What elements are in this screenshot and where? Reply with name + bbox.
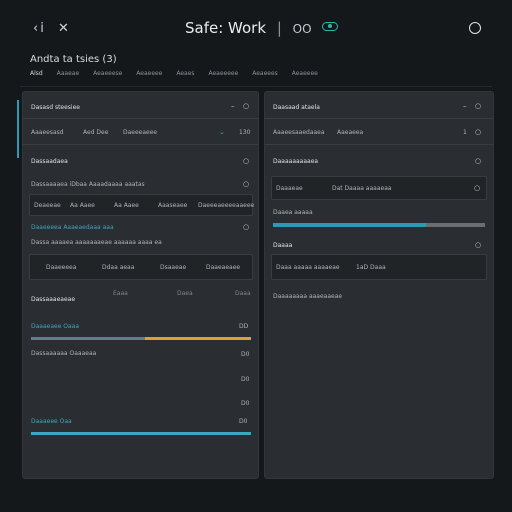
row-value: D0 [241,376,250,383]
table-cell: Dsaaeae [160,264,187,271]
row-value: 1 [463,129,467,136]
table-cell: Daaa aaaaa aaaaeae [276,264,340,271]
selection-accent [17,100,19,158]
progress-track [31,337,251,340]
collapse-icon[interactable]: – [463,102,467,110]
section-title: Daaaa [273,242,293,249]
info-row-box: Daaaeae Dat Daaaa aaaaeaa ○ [271,176,487,200]
toggle-icon[interactable]: ○ [243,180,249,188]
table-cell: Aa Aaee [114,202,139,209]
row-value: D0 [241,400,250,407]
tab-bar: Alsd Aaaeae Aeaeeese Aeaeeee Aeaes Aeaee… [30,70,330,80]
value-label: Daaa [235,290,251,297]
progress-fill [273,223,426,227]
progress-fill-secondary [145,337,251,340]
progress-label: Daaaeee Oaa [31,418,72,425]
toggle-icon[interactable]: ○ [475,128,481,136]
row-divider [23,118,258,119]
tab[interactable]: Aeaes [176,70,194,77]
tab[interactable]: Aeaeees [252,70,278,77]
left-panel: Dasasd steesiee – ○ Aaaeesasd Aed Dee Da… [22,91,259,479]
status-text: OO [292,22,312,36]
table-cell: Aa Aaee [70,202,95,209]
app-title: Safe: Work [185,19,267,37]
table-cell: 1aD Daaa [356,264,386,271]
tab[interactable]: Aeaeeee [292,70,318,77]
row-divider [23,144,258,145]
tab[interactable]: Aaaeae [57,70,80,77]
toggle-icon[interactable]: ○ [243,157,249,165]
table-cell: Daeeeaeeeeaaeee [198,202,255,209]
progress-fill [31,432,251,435]
table-cell: Ddaa aeaa [102,264,135,271]
row-label: Dassa aaaaea aaaaaaaeae aaaaaa aaaa ea [31,239,162,246]
settings-icon[interactable]: ○ [243,102,249,110]
row-label: Dassaaaaaa Oaaaeaa [31,350,97,357]
title-separator: | [276,19,282,37]
section-title: Daaeeeea Aaaeaedaaa aaa [31,224,114,231]
chevron-down-icon[interactable]: ⌄ [219,128,225,136]
app-title-group: Safe: Work | OO [185,19,339,37]
tab[interactable]: Aeaeeee [136,70,162,77]
eye-icon[interactable] [322,22,339,31]
section-title: Dassaaaeaeae [31,296,76,303]
nav-controls: ‹i ✕ [33,21,77,36]
section-title: Daaaaaaaaaea [273,158,319,165]
row-field: Aed Dee [83,129,109,136]
value-label: Eaaa [113,290,128,297]
tab[interactable]: Aeaeeeee [208,70,238,77]
row-value: D0 [241,351,250,358]
settings-icon[interactable]: ○ [475,102,481,110]
section-title: Dassaadaea [31,158,68,165]
toggle-icon[interactable]: ○ [243,223,249,231]
table-cell: Daaeaeaee [206,264,241,271]
section-title: Daasaad ataela [273,104,320,111]
collapse-icon[interactable]: – [231,102,235,110]
row-label: Aaaeesasd [31,129,64,136]
row-field: Daeeeaeee [123,129,158,136]
section-title: Dasasd steesiee [31,104,80,111]
progress-value: D0 [239,418,248,425]
page-subtitle: Andta ta tsies (3) [30,54,117,65]
progress-fill [31,337,145,340]
profile-circle-button[interactable] [469,22,481,34]
toggle-icon[interactable]: ○ [474,184,480,192]
row-label: Daaaaaaaa aaaeaaeae [273,293,343,300]
data-table: Daaeeeea Ddaa aeaa Dsaaeae Daaeaeaee [29,254,253,280]
right-panel: Daasaad ataela – ○ Aaaeesaaedaaea Aaeaee… [264,91,494,479]
title-bar: ‹i ✕ Safe: Work | OO [0,0,512,58]
section-title: Daaea aaaaa [273,209,313,216]
row-divider [265,118,493,119]
row-label: Aaaeesaaedaaea [273,129,325,136]
progress-label: Daaaeaee Oaaa [31,323,80,330]
table-cell: Deaeeae [34,202,61,209]
table-cell: Daaaeae [276,185,303,192]
progress-track [273,223,485,227]
toggle-icon[interactable]: ○ [475,157,481,165]
row-value: 130 [239,129,251,136]
data-table: Deaeeae Aa Aaee Aa Aaee Aaaseaee Daeeeae… [29,194,255,216]
back-button[interactable]: ‹i [33,21,46,36]
value-label: Daea [177,290,193,297]
tab[interactable]: Aeaeeese [93,70,122,77]
table-cell: Daaeeeea [46,264,77,271]
table-cell: Dat Daaaa aaaaeaa [332,185,392,192]
tab[interactable]: Alsd [30,70,43,77]
header-divider [20,86,492,87]
progress-track [31,432,251,435]
close-icon[interactable]: ✕ [58,21,71,36]
table-cell: Aaaseaee [158,202,188,209]
row-label: Dassaaaaea iDbaa Aaaadaaaa aaatas [31,181,145,188]
row-divider [265,144,493,145]
progress-value: DD [239,323,249,330]
row-field: Aaeaeea [337,129,364,136]
info-row-box: Daaa aaaaa aaaaeae 1aD Daaa [271,254,487,280]
toggle-icon[interactable]: ○ [475,241,481,249]
